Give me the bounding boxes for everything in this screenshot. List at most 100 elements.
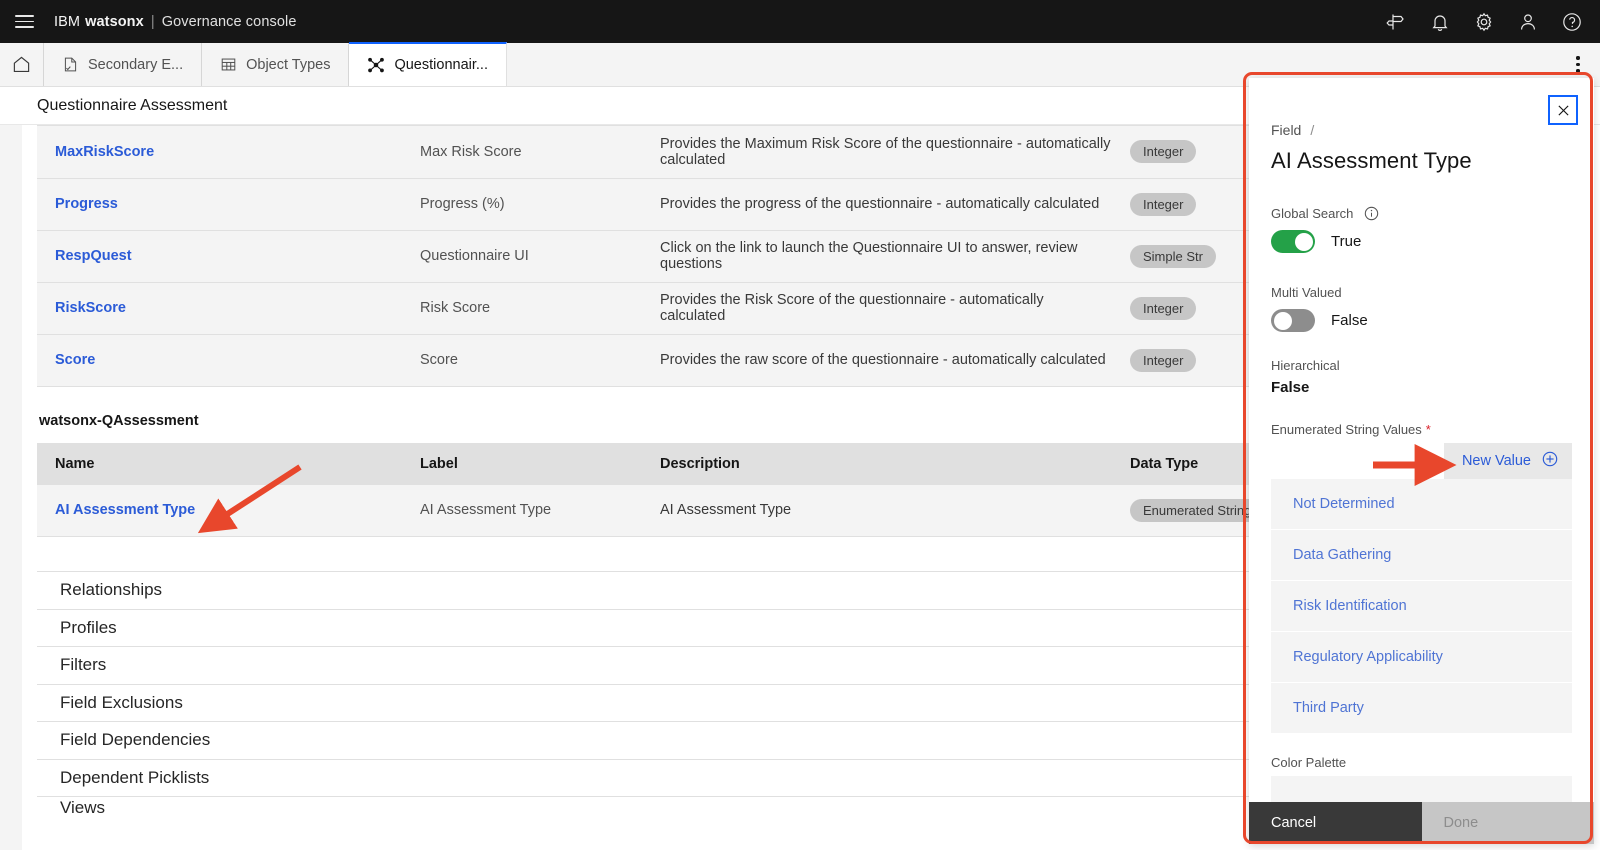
enum-value-label: Risk Identification [1293,598,1407,614]
document-check-icon [62,56,79,73]
breadcrumb-parent[interactable]: Field [1271,122,1301,138]
left-gutter [0,125,22,850]
global-search-toggle-row: True [1271,230,1572,253]
list-item[interactable]: Regulatory Applicability [1271,632,1572,682]
settings-gear-icon[interactable] [1462,0,1506,43]
panel-body: Field / AI Assessment Type Global Search [1249,78,1594,806]
data-type-tag: Integer [1130,192,1197,216]
global-header: IBM watsonx | Governance console [0,0,1600,43]
field-description: Click on the link to launch the Question… [660,240,1078,272]
accordion-label: Field Dependencies [60,730,211,750]
brand-separator: | [150,13,155,30]
field-description: AI Assessment Type [660,502,792,519]
field-label: Questionnaire UI [420,248,529,264]
brand-ibm-label: IBM [54,13,81,30]
cancel-button[interactable]: Cancel [1249,802,1422,844]
multi-valued-label: Multi Valued [1271,285,1342,300]
column-header-label[interactable]: Label [402,442,642,485]
close-icon[interactable] [1548,95,1578,125]
global-search-label: Global Search [1271,206,1354,221]
multi-valued-toggle[interactable] [1271,309,1315,332]
color-palette-label: Color Palette [1271,755,1347,770]
required-asterisk: * [1425,422,1431,437]
field-label: AI Assessment Type [420,502,552,519]
table-grid-icon [220,56,237,73]
tab-questionnaire[interactable]: Questionnair... [349,42,507,86]
accordion-label: Filters [60,655,107,675]
hierarchical-label: Hierarchical [1271,358,1340,373]
new-value-button[interactable]: New Value [1443,443,1572,479]
data-type-tag: Enumerated String [1130,498,1265,522]
enum-value-label: Third Party [1293,700,1364,716]
multi-valued-value: False [1331,312,1368,329]
field-label: Max Risk Score [420,143,522,160]
panel-footer: Cancel Done [1249,802,1594,844]
global-search-label-row: Global Search [1271,206,1572,221]
global-search-value: True [1331,233,1362,250]
hierarchical-group: Hierarchical False [1271,358,1572,396]
tab-secondary-entities[interactable]: Secondary E... [44,43,203,86]
brand-title[interactable]: IBM watsonx | Governance console [54,14,297,30]
user-profile-icon[interactable] [1506,0,1550,43]
column-header-description[interactable]: Description [642,442,1112,485]
enumerated-values-label: Enumerated String Values [1271,422,1422,437]
hamburger-menu-icon[interactable] [0,0,48,43]
data-type-tag: Integer [1130,296,1197,320]
field-name-link[interactable]: RespQuest [37,230,402,282]
accordion-label: Relationships [60,580,163,600]
enumerated-values-list: Not Determined Data Gathering Risk Ident… [1271,479,1572,733]
new-value-bar: New Value [1271,443,1572,479]
brand-console-label: Governance console [161,13,297,30]
info-icon[interactable] [1364,206,1379,221]
tab-object-types[interactable]: Object Types [202,43,350,86]
field-name-link[interactable]: AI Assessment Type [37,485,402,537]
field-label: Score [420,352,458,368]
field-name-link[interactable]: RiskScore [37,282,402,334]
enum-value-label: Regulatory Applicability [1293,649,1443,665]
tab-label: Object Types [246,56,331,73]
brand-watsonx-label: watsonx [85,13,144,30]
hierarchical-value: False [1271,379,1310,396]
field-name-link[interactable]: Progress [37,178,402,230]
enumerated-values-label-row: Enumerated String Values * [1271,422,1572,437]
add-circle-icon [1542,451,1558,471]
list-item[interactable]: Third Party [1271,683,1572,733]
enum-value-label: Not Determined [1293,496,1395,512]
accordion-label: Field Exclusions [60,692,183,712]
new-value-label: New Value [1461,453,1531,469]
field-name-link[interactable]: MaxRiskScore [37,126,402,178]
list-item[interactable]: Data Gathering [1271,530,1572,580]
signpost-icon[interactable] [1374,0,1418,43]
field-description: Provides the Risk Score of the questionn… [660,292,1044,324]
tab-label: Questionnair... [394,57,488,73]
data-type-tag: Integer [1130,140,1197,164]
done-button: Done [1421,802,1594,844]
enum-value-label: Data Gathering [1293,547,1392,563]
accordion-label: Profiles [60,617,117,637]
enumerated-values-group: Enumerated String Values * New Value Not… [1271,422,1572,733]
field-description: Provides the Maximum Risk Score of the q… [660,135,1111,168]
app-screen: IBM watsonx | Governance console Seconda… [0,0,1600,850]
accordion-label: Views [60,798,106,816]
home-icon[interactable] [0,43,44,86]
header-action-icons [1374,0,1600,43]
field-detail-panel: Field / AI Assessment Type Global Search [1249,78,1594,844]
global-search-toggle[interactable] [1271,230,1315,253]
data-type-tag: Simple Str [1130,244,1216,268]
multi-valued-group: Multi Valued False [1271,285,1572,332]
network-nodes-icon [367,56,385,74]
list-item[interactable]: Not Determined [1271,479,1572,529]
panel-title: AI Assessment Type [1271,148,1472,173]
field-name-link[interactable]: Score [37,334,402,386]
data-type-tag: Integer [1130,348,1197,372]
list-item[interactable]: Risk Identification [1271,581,1572,631]
notification-bell-icon[interactable] [1418,0,1462,43]
tab-label: Secondary E... [88,56,184,73]
column-header-name[interactable]: Name [37,442,402,485]
field-label: Risk Score [420,300,491,316]
multi-valued-toggle-row: False [1271,309,1572,332]
breadcrumb-separator: / [1310,122,1315,138]
help-icon[interactable] [1550,0,1594,43]
field-description: Provides the raw score of the questionna… [660,352,1106,368]
accordion-label: Dependent Picklists [60,767,210,787]
